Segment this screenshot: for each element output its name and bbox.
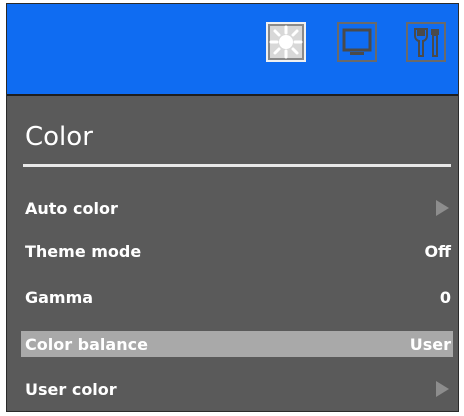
- arrow-right-icon: [436, 200, 449, 216]
- monitor-icon: [342, 28, 372, 55]
- menu-item-label: Gamma: [25, 287, 94, 307]
- tab-tools[interactable]: [406, 22, 446, 62]
- page-title: Color: [25, 122, 93, 152]
- menu-item-gamma[interactable]: Gamma 0: [21, 284, 453, 310]
- tab-bar: [7, 4, 458, 96]
- menu-item-value: 0: [439, 287, 451, 307]
- menu-item-value: Off: [424, 241, 451, 261]
- menu-item-value: User: [409, 334, 451, 354]
- tab-color[interactable]: [266, 22, 306, 62]
- menu-item-color-balance[interactable]: Color balance User: [21, 331, 453, 357]
- menu-item-label: Color balance: [25, 334, 148, 354]
- menu-item-label: Auto color: [25, 198, 118, 218]
- title-divider: [23, 164, 451, 167]
- tools-icon: [414, 28, 439, 57]
- arrow-right-icon: [436, 381, 449, 397]
- sun-icon: [269, 25, 303, 59]
- tab-display[interactable]: [337, 22, 377, 62]
- menu-item-label: Theme mode: [25, 241, 142, 261]
- menu-item-theme-mode[interactable]: Theme mode Off: [21, 238, 453, 264]
- menu-item-label: User color: [25, 379, 117, 399]
- menu-item-user-color[interactable]: User color: [21, 376, 453, 402]
- menu-item-auto-color[interactable]: Auto color: [21, 195, 453, 221]
- osd-menu-panel: Color Auto color Theme mode Off Gamma 0 …: [6, 3, 459, 412]
